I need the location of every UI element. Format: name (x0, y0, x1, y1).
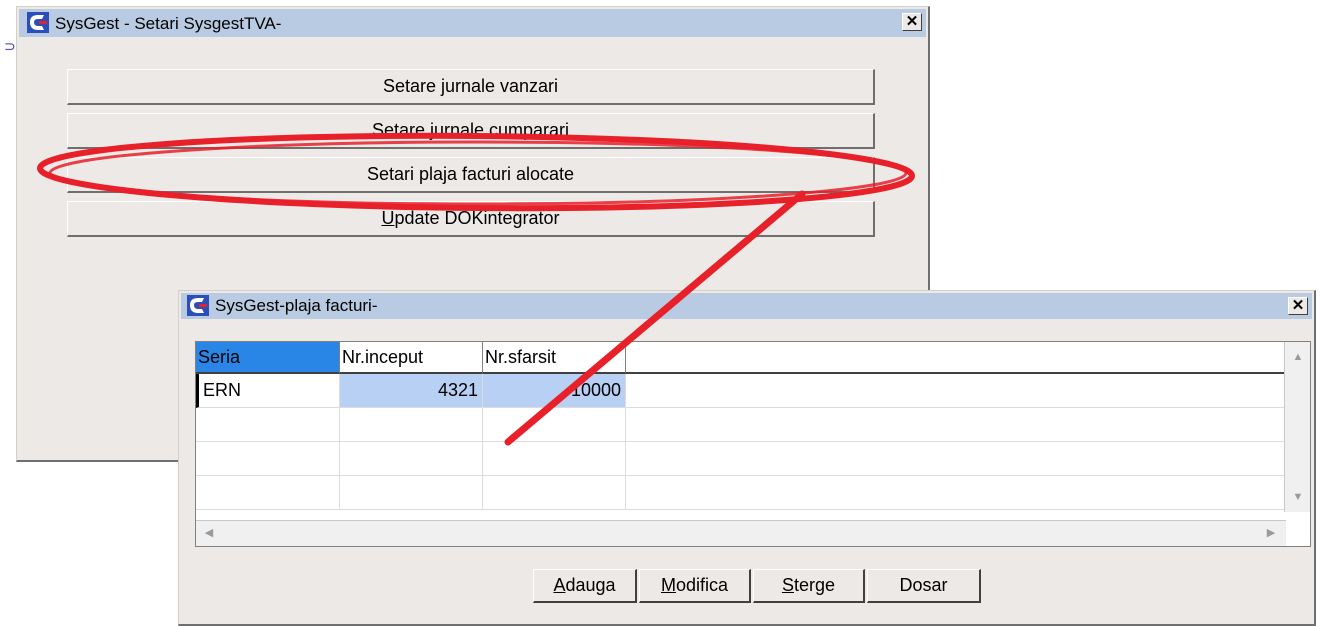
dialog-close-button[interactable]: ✕ (1288, 297, 1308, 315)
empty-cell[interactable] (196, 442, 340, 476)
edge-glyph: ⊃ (4, 38, 16, 54)
column-header-nr-sfarsit[interactable]: Nr.sfarsit (483, 342, 626, 374)
setare-jurnale-vanzari-button[interactable]: Setare jurnale vanzari (67, 69, 875, 105)
arrow-left-icon[interactable]: ◀ (198, 522, 220, 544)
empty-cell[interactable] (196, 476, 340, 510)
vertical-scrollbar[interactable]: ▲ ▼ (1284, 342, 1310, 512)
btn-label-pre: Setare (382, 76, 441, 96)
dialog-title: SysGest-plaja facturi- (215, 296, 378, 315)
column-header-seria[interactable]: Seria (196, 342, 340, 374)
sysgest-app-icon (27, 12, 49, 33)
cell-nr-sfarsit[interactable]: 10000 (483, 374, 626, 408)
sterge-button[interactable]: Sterge (753, 569, 865, 603)
dosar-button[interactable]: Dosar (867, 569, 981, 603)
empty-cell (626, 408, 1286, 442)
btn-label-key: A (553, 575, 566, 595)
empty-cell[interactable] (483, 408, 626, 442)
main-window-title: SysGest - Setari SysgestTVA- (55, 14, 282, 33)
empty-cell[interactable] (483, 442, 626, 476)
empty-cell[interactable] (196, 408, 340, 442)
btn-label-key: c (489, 120, 499, 140)
main-titlebar[interactable]: SysGest - Setari SysgestTVA- ✕ (19, 9, 926, 37)
btn-label-post: umparari (498, 120, 570, 140)
dialog-titlebar[interactable]: SysGest-plaja facturi- ✕ (181, 293, 1312, 319)
close-icon: ✕ (905, 13, 919, 30)
btn-label-key: S (781, 575, 794, 595)
adauga-button[interactable]: Adauga (533, 569, 637, 603)
column-header-filler (626, 342, 1286, 374)
close-icon: ✕ (1291, 297, 1305, 314)
cell-seria[interactable]: ERN (196, 374, 340, 408)
main-close-button[interactable]: ✕ (902, 13, 922, 31)
btn-label-pre: Setari plaja facturi alocate (366, 164, 575, 184)
column-header-nr-inceput[interactable]: Nr.inceput (340, 342, 483, 374)
cell-nr-inceput[interactable]: 4321 (340, 374, 483, 408)
btn-label-post: pdate DOKintegrator (394, 208, 560, 228)
btn-label-key: U (381, 208, 395, 228)
empty-cell (626, 476, 1286, 510)
update-dokintegrator-button[interactable]: Update DOKintegrator (67, 201, 875, 237)
btn-label-key: M (660, 575, 676, 595)
arrow-up-icon[interactable]: ▲ (1287, 346, 1309, 368)
btn-label-post: dauga (565, 575, 616, 595)
btn-label-pre: Setare jurnale (371, 120, 490, 140)
setare-jurnale-cumparari-button[interactable]: Setare jurnale cumparari (67, 113, 875, 149)
arrow-right-icon[interactable]: ▶ (1260, 522, 1282, 544)
invoice-range-grid: Seria Nr.inceput Nr.sfarsit ERN 4321 100… (195, 341, 1311, 547)
horizontal-scrollbar[interactable]: ◀ ▶ (196, 520, 1286, 546)
empty-cell[interactable] (340, 476, 483, 510)
empty-cell[interactable] (483, 476, 626, 510)
btn-label-post: Dosar (899, 575, 948, 595)
setari-plaja-facturi-button[interactable]: Setari plaja facturi alocate (67, 157, 875, 193)
empty-cell (626, 442, 1286, 476)
btn-label-post: odifica (675, 575, 729, 595)
plaja-facturi-dialog: SysGest-plaja facturi- ✕ Seria Nr.incepu… (178, 290, 1316, 626)
cell-filler (626, 374, 1286, 408)
empty-cell[interactable] (340, 408, 483, 442)
modifica-button[interactable]: Modifica (639, 569, 751, 603)
btn-label-post: urnale vanzari (444, 76, 559, 96)
sysgest-app-icon (187, 295, 209, 316)
arrow-down-icon[interactable]: ▼ (1287, 486, 1309, 508)
btn-label-post: terge (793, 575, 836, 595)
empty-cell[interactable] (340, 442, 483, 476)
